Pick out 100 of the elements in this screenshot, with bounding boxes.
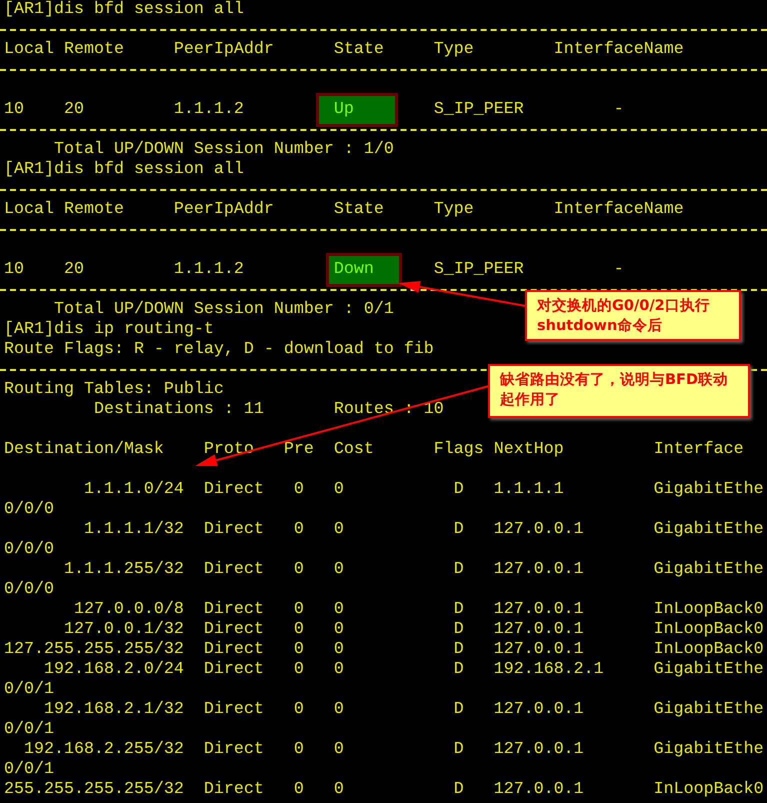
- table-cell: S_IP_PEER: [434, 100, 524, 119]
- table-cell: Direct: [204, 660, 264, 679]
- table-cell: InLoopBack0: [654, 620, 764, 639]
- terminal-line: [AR1]dis bfd session all: [4, 0, 244, 20]
- table-cell: 0: [294, 700, 304, 719]
- terminal-line: 0/0/1: [4, 680, 54, 700]
- table-cell: InLoopBack0: [654, 780, 764, 799]
- table-cell: D: [454, 560, 464, 579]
- table-cell: 192.168.2.1/32: [44, 700, 184, 719]
- table-cell: 0: [334, 600, 344, 619]
- table-cell: Direct: [204, 640, 264, 659]
- table-cell: Direct: [204, 480, 264, 499]
- table-cell: 192.168.2.1: [494, 660, 604, 679]
- table-cell: 0: [334, 740, 344, 759]
- table-cell: 0: [334, 780, 344, 799]
- table-cell: Direct: [204, 600, 264, 619]
- table-cell: 0: [334, 620, 344, 639]
- table-cell: D: [454, 660, 464, 679]
- table-cell: 127.0.0.1: [494, 700, 584, 719]
- table-cell: 1.1.1.0/24: [84, 480, 184, 499]
- table-cell: 20: [64, 100, 84, 119]
- table-cell: GigabitEthe: [654, 480, 764, 499]
- terminal-line: Routing Tables: Public: [4, 380, 224, 400]
- table-cell: GigabitEthe: [654, 520, 764, 539]
- table-cell: 127.0.0.1/32: [64, 620, 184, 639]
- table-cell: D: [454, 620, 464, 639]
- table-cell: 127.0.0.1: [494, 640, 584, 659]
- terminal-line: 0/0/1: [4, 760, 54, 780]
- table-cell: 127.0.0.0/8: [74, 600, 184, 619]
- table-cell: D: [454, 780, 464, 799]
- table-cell: D: [454, 700, 464, 719]
- table-cell: D: [454, 740, 464, 759]
- terminal-line: 0/0/0: [4, 500, 54, 520]
- terminal-line: Destination/Mask Proto Pre Cost Flags NextHop Interface: [4, 440, 744, 460]
- table-cell: 0: [294, 740, 304, 759]
- table-cell: 0: [334, 480, 344, 499]
- terminal-line: Local Remote PeerIpAddr State Type InterfaceName: [4, 200, 684, 220]
- table-cell: 0: [294, 520, 304, 539]
- terminal-line: 0/0/1: [4, 720, 54, 740]
- terminal-line: 0/0/0: [4, 580, 54, 600]
- table-cell: GigabitEthe: [654, 700, 764, 719]
- table-cell: D: [454, 480, 464, 499]
- callout-note: 缺省路由没有了，说明与BFD联动起作用了: [488, 364, 750, 418]
- table-cell: 0: [294, 480, 304, 499]
- table-cell: 127.0.0.1: [494, 620, 584, 639]
- table-cell: GigabitEthe: [654, 740, 764, 759]
- table-cell: 127.0.0.1: [494, 600, 584, 619]
- table-cell: 192.168.2.0/24: [44, 660, 184, 679]
- table-cell: 0: [334, 700, 344, 719]
- callout-note: 对交换机的G0/0/2口执行shutdown命令后: [525, 290, 741, 341]
- table-cell: 1.1.1.1: [494, 480, 564, 499]
- table-cell: Direct: [204, 700, 264, 719]
- table-cell: InLoopBack0: [654, 600, 764, 619]
- table-cell: 127.0.0.1: [494, 520, 584, 539]
- table-cell: 1.1.1.2: [174, 260, 244, 279]
- table-cell: Direct: [204, 740, 264, 759]
- table-cell: 20: [64, 260, 84, 279]
- table-cell: D: [454, 520, 464, 539]
- table-cell: -: [614, 100, 624, 119]
- table-cell: 127.255.255.255/32: [4, 640, 184, 659]
- table-cell: 0: [294, 640, 304, 659]
- terminal-line: Total UP/DOWN Session Number : 0/1: [52, 300, 394, 320]
- terminal-line: [AR1]dis ip routing-t: [4, 320, 214, 340]
- terminal-line: Route Flags: R - relay, D - download to fib: [4, 340, 434, 360]
- table-cell: -: [614, 260, 624, 279]
- table-cell: 0: [334, 520, 344, 539]
- terminal-line: Local Remote PeerIpAddr State Type InterfaceName: [4, 40, 684, 60]
- table-cell: GigabitEthe: [654, 660, 764, 679]
- table-cell: 127.0.0.1: [494, 560, 584, 579]
- table-cell: 127.0.0.1: [494, 780, 584, 799]
- table-cell: S_IP_PEER: [434, 260, 524, 279]
- state-badge: Down: [326, 253, 402, 287]
- table-cell: 0: [294, 560, 304, 579]
- table-cell: 0: [294, 620, 304, 639]
- table-cell: D: [454, 600, 464, 619]
- table-cell: Direct: [204, 520, 264, 539]
- table-cell: 0: [334, 660, 344, 679]
- table-cell: 1.1.1.255/32: [64, 560, 184, 579]
- table-cell: D: [454, 640, 464, 659]
- terminal-line: 0/0/0: [4, 540, 54, 560]
- table-cell: 192.168.2.255/32: [24, 740, 184, 759]
- table-cell: 0: [334, 640, 344, 659]
- table-cell: GigabitEthe: [654, 560, 764, 579]
- table-cell: 1.1.1.1/32: [84, 520, 184, 539]
- table-cell: 255.255.255.255/32: [4, 780, 184, 799]
- table-cell: 10: [4, 100, 24, 119]
- table-cell: 1.1.1.2: [174, 100, 244, 119]
- table-cell: Direct: [204, 780, 264, 799]
- terminal-line: Destinations : 11 Routes : 10: [92, 400, 444, 420]
- table-cell: 0: [294, 600, 304, 619]
- table-cell: 0: [294, 780, 304, 799]
- table-cell: 0: [294, 660, 304, 679]
- table-cell: 10: [4, 260, 24, 279]
- table-cell: 127.0.0.1: [494, 740, 584, 759]
- terminal-line: Total UP/DOWN Session Number : 1/0: [52, 140, 394, 160]
- state-badge: Up: [316, 93, 398, 127]
- table-cell: Direct: [204, 560, 264, 579]
- terminal-line: [AR1]dis bfd session all: [4, 160, 244, 180]
- table-cell: Direct: [204, 620, 264, 639]
- table-cell: InLoopBack0: [654, 640, 764, 659]
